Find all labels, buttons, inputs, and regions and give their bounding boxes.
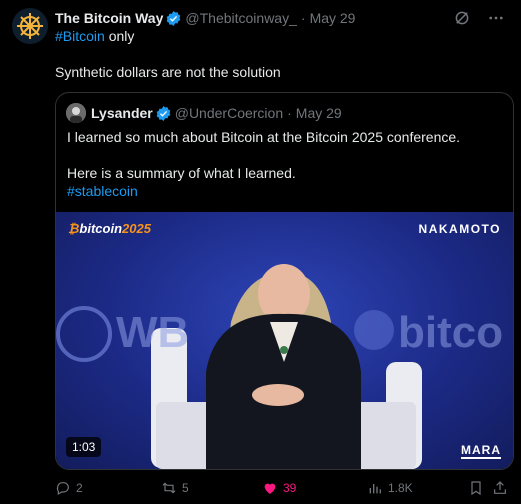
repost-icon [162,482,176,494]
repost-button[interactable]: 5 [161,480,189,496]
tweet-date[interactable]: May 29 [310,10,356,26]
reply-button[interactable]: 2 [55,480,83,496]
verified-badge-icon [156,105,171,121]
mara-brand: MARA [461,443,501,459]
action-bar: 2 5 39 1.8K [55,480,511,500]
tweet-hashtag-line: #Bitcoin only [55,28,134,44]
repost-count: 5 [182,481,189,495]
bookmark-icon [471,481,481,496]
author-name[interactable]: The Bitcoin Way [55,10,163,26]
like-button[interactable]: 39 [262,480,296,496]
views-count: 1.8K [388,481,413,495]
verified-badge-icon [167,10,181,26]
more-icon[interactable] [487,9,505,27]
share-icon [494,481,506,494]
hashtag-link[interactable]: #Bitcoin [55,28,105,44]
quote-hashtag[interactable]: #stablecoin [67,182,460,200]
hashtag-suffix: only [104,28,135,44]
bitcoin2025-logo: ₿bitcoin2025 [68,221,151,236]
video-duration: 1:03 [66,437,102,457]
header-separator: · [300,10,306,26]
quote-text: I learned so much about Bitcoin at the B… [67,128,460,200]
quote-avatar[interactable] [66,103,86,123]
nakamoto-brand: NAKAMOTO [418,222,501,236]
reply-count: 2 [76,481,83,495]
share-button[interactable] [492,480,513,496]
ship-wheel-icon [12,8,48,44]
quote-header: Lysander @UnderCoercion · May 29 [66,103,342,123]
quote-author-name[interactable]: Lysander [91,105,153,121]
quote-line-1: I learned so much about Bitcoin at the B… [67,129,461,145]
tweet-header: The Bitcoin Way @Thebitcoinway_ · May 29 [55,9,511,27]
quote-line-2: Here is a summary of what I learned. [67,165,296,181]
quoted-tweet[interactable]: Lysander @UnderCoercion · May 29 I learn… [55,92,514,470]
backdrop-text-right: bitco [398,308,504,357]
grok-icon[interactable] [453,9,471,27]
like-icon [264,483,276,494]
reply-icon [56,482,69,496]
author-avatar[interactable] [12,8,48,44]
quote-author-handle[interactable]: @UnderCoercion [175,105,283,121]
quote-date[interactable]: May 29 [296,105,342,121]
like-count: 39 [283,481,297,495]
views-icon [369,484,381,494]
views-button[interactable]: 1.8K [367,480,413,496]
bookmark-button[interactable] [468,480,489,496]
tweet-text: Synthetic dollars are not the solution [55,64,281,80]
author-handle[interactable]: @Thebitcoinway_ [185,10,297,26]
backdrop-text-left: WB [116,308,190,357]
person-avatar-icon [66,103,86,123]
quote-separator: · [287,105,292,121]
video-player[interactable]: WB bitco ₿bitcoin2025 NAKAMOTO MARA 1:03 [56,212,513,469]
